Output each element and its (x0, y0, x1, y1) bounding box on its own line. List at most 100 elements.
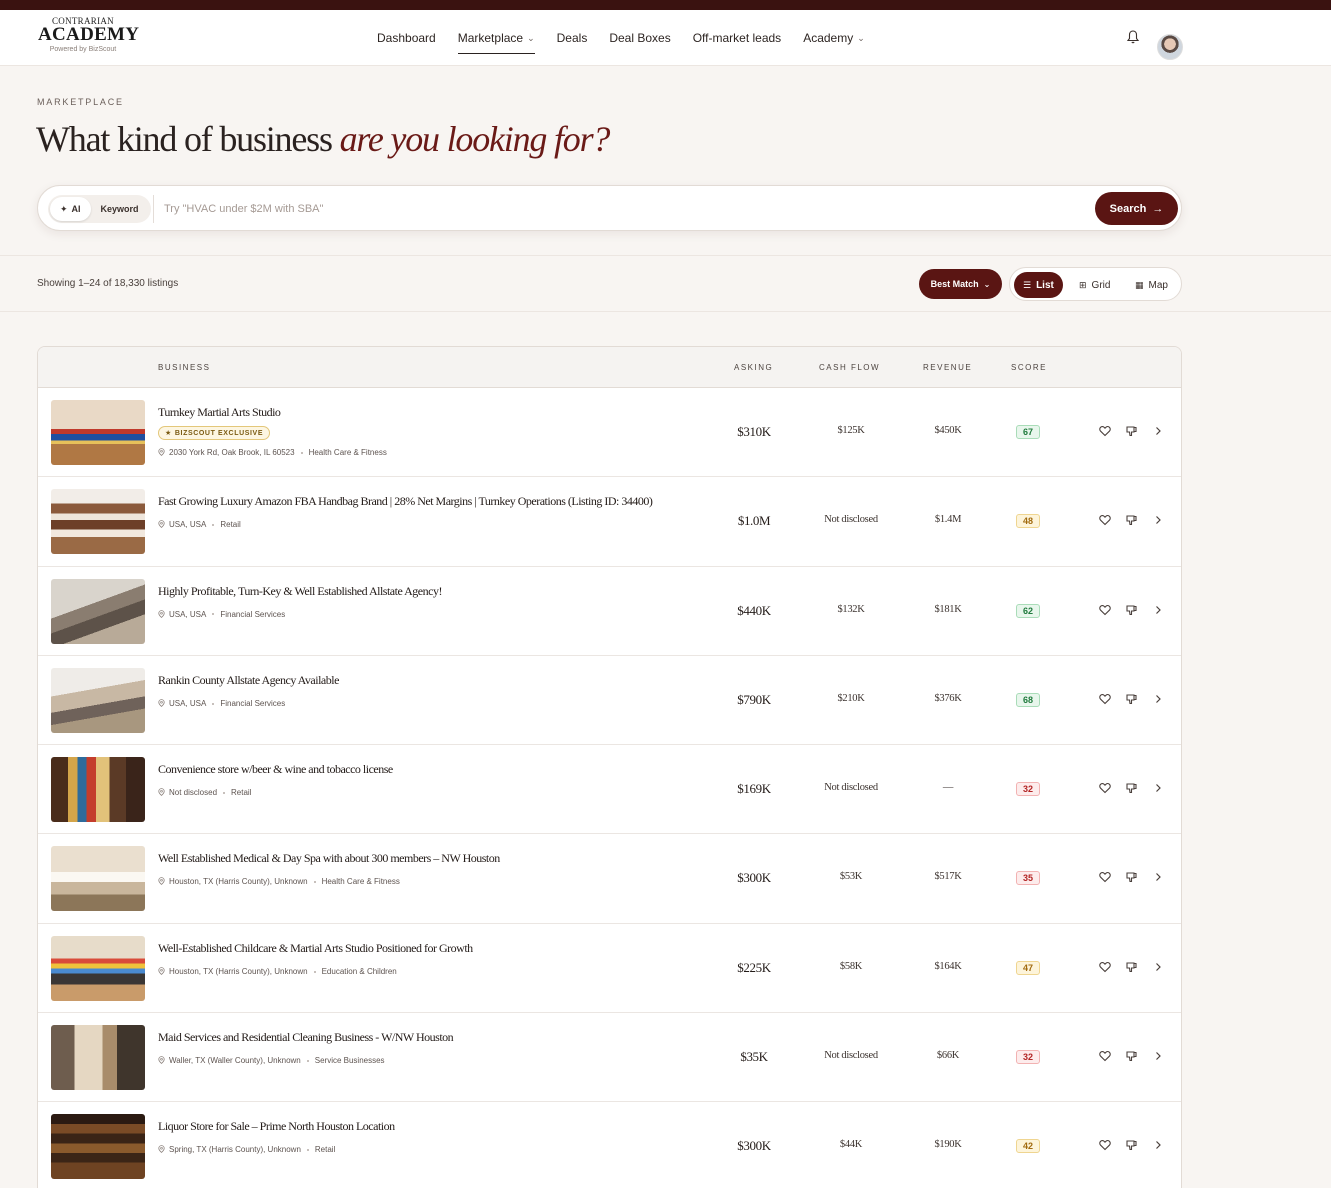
heart-icon[interactable] (1098, 1049, 1112, 1063)
heart-icon[interactable] (1098, 870, 1112, 884)
listing-title[interactable]: Rankin County Allstate Agency Available (158, 673, 339, 688)
chevron-right-icon[interactable] (1151, 603, 1165, 617)
mode-keyword-button[interactable]: Keyword (91, 197, 149, 221)
listing-title[interactable]: Well-Established Childcare & Martial Art… (158, 941, 473, 956)
sort-dropdown[interactable]: Best Match ⌄ (919, 269, 1002, 299)
nav-deal-boxes[interactable]: Deal Boxes (598, 10, 681, 66)
table-row[interactable]: Rankin County Allstate Agency Available U… (38, 656, 1181, 746)
meta-separator (306, 1059, 309, 1062)
search-divider (153, 195, 154, 223)
listing-meta: Houston, TX (Harris County), Unknown Heal… (158, 877, 400, 886)
heart-icon[interactable] (1098, 424, 1112, 438)
asking-price: $1.0M (737, 513, 771, 529)
thumbs-down-icon[interactable] (1124, 692, 1138, 706)
chevron-right-icon[interactable] (1151, 960, 1165, 974)
thumbs-down-icon[interactable] (1124, 960, 1138, 974)
brand-logo[interactable]: CONTRARIAN ACADEMY Powered by BizScout (38, 16, 139, 53)
listing-category: Retail (314, 1145, 336, 1155)
chevron-right-icon[interactable] (1151, 1138, 1165, 1152)
thumbs-down-icon[interactable] (1124, 603, 1138, 617)
thumbs-down-icon[interactable] (1124, 1049, 1138, 1063)
listing-title[interactable]: Highly Profitable, Turn-Key & Well Estab… (158, 584, 442, 599)
search-button[interactable]: Search → (1095, 192, 1178, 225)
heart-icon[interactable] (1098, 781, 1112, 795)
chevron-right-icon[interactable] (1151, 870, 1165, 884)
table-row[interactable]: Well-Established Childcare & Martial Art… (38, 924, 1181, 1014)
page-eyebrow: MARKETPLACE (37, 97, 124, 107)
nav-label: Marketplace (457, 31, 524, 45)
score-badge: 32 (1016, 782, 1040, 797)
col-asking[interactable]: ASKING (734, 363, 773, 372)
view-map-button[interactable]: ▦ Map (1126, 272, 1177, 298)
view-grid-button[interactable]: ⊞ Grid (1070, 272, 1119, 298)
chevron-right-icon[interactable] (1151, 781, 1165, 795)
nav-deals[interactable]: Deals (546, 10, 599, 66)
cash-flow-value: $132K (837, 603, 865, 615)
listing-thumbnail[interactable] (51, 489, 145, 555)
nav-label: Academy (803, 31, 854, 45)
chevron-right-icon[interactable] (1151, 692, 1165, 706)
table-row[interactable]: Well Established Medical & Day Spa with … (38, 834, 1181, 924)
notification-bell-icon[interactable] (1126, 29, 1140, 45)
listing-title[interactable]: Turnkey Martial Arts Studio (158, 405, 281, 420)
cash-flow-value: $210K (837, 692, 865, 704)
nav-marketplace[interactable]: Marketplace ⌄ (447, 10, 546, 66)
table-row[interactable]: Maid Services and Residential Cleaning B… (38, 1013, 1181, 1103)
search-input[interactable] (164, 197, 1064, 221)
thumbs-down-icon[interactable] (1124, 870, 1138, 884)
meta-separator (300, 451, 303, 454)
revenue-value: $376K (934, 692, 962, 704)
col-business[interactable]: BUSINESS (158, 363, 210, 372)
heart-icon[interactable] (1098, 692, 1112, 706)
mode-ai-button[interactable]: ✦ AI (50, 197, 91, 221)
revenue-value: $190K (934, 1139, 962, 1151)
asking-price: $169K (737, 781, 771, 797)
heart-icon[interactable] (1098, 603, 1112, 617)
revenue-value: $181K (934, 603, 962, 615)
table-row[interactable]: Highly Profitable, Turn-Key & Well Estab… (38, 567, 1181, 656)
headline-plain: What kind of business (36, 119, 333, 159)
nav-dashboard[interactable]: Dashboard (366, 10, 447, 66)
listing-thumbnail[interactable] (51, 935, 145, 1001)
asking-price: $35K (740, 1049, 768, 1065)
table-row[interactable]: Fast Growing Luxury Amazon FBA Handbag B… (38, 477, 1181, 567)
thumbs-down-icon[interactable] (1124, 513, 1138, 527)
view-list-button[interactable]: ☰ List (1014, 272, 1063, 298)
chevron-down-icon: ⌄ (857, 32, 865, 43)
chevron-right-icon[interactable] (1151, 424, 1165, 438)
table-row[interactable]: Turnkey Martial Arts Studio ★ BIZSCOUT EXC… (38, 388, 1181, 478)
table-row[interactable]: Liquor Store for Sale – Prime North Hous… (38, 1102, 1181, 1188)
chevron-right-icon[interactable] (1151, 1049, 1165, 1063)
table-row[interactable]: Convenience store w/beer & wine and toba… (38, 745, 1181, 835)
listing-title[interactable]: Liquor Store for Sale – Prime North Hous… (158, 1119, 395, 1134)
listing-thumbnail[interactable] (51, 846, 145, 912)
col-score[interactable]: SCORE (1011, 363, 1047, 372)
user-avatar[interactable] (1157, 34, 1183, 60)
thumbs-down-icon[interactable] (1124, 424, 1138, 438)
heart-icon[interactable] (1098, 1138, 1112, 1152)
listing-title[interactable]: Maid Services and Residential Cleaning B… (158, 1030, 454, 1045)
col-revenue[interactable]: REVENUE (923, 363, 972, 372)
listing-thumbnail[interactable] (51, 1114, 145, 1180)
score-badge: 62 (1016, 603, 1040, 618)
listing-thumbnail[interactable] (51, 667, 145, 733)
listing-title[interactable]: Well Established Medical & Day Spa with … (158, 851, 500, 866)
nav-academy[interactable]: Academy ⌄ (792, 10, 876, 66)
listing-thumbnail[interactable] (51, 1025, 145, 1091)
table-body: Turnkey Martial Arts Studio ★ BIZSCOUT EXC… (38, 388, 1181, 1188)
listing-thumbnail[interactable] (51, 400, 145, 465)
score-badge: 47 (1016, 960, 1040, 975)
listing-title[interactable]: Convenience store w/beer & wine and toba… (158, 762, 393, 777)
listing-title[interactable]: Fast Growing Luxury Amazon FBA Handbag B… (158, 494, 653, 509)
revenue-value: $517K (934, 871, 962, 883)
chevron-right-icon[interactable] (1151, 513, 1165, 527)
listing-thumbnail[interactable] (51, 757, 145, 823)
heart-icon[interactable] (1098, 960, 1112, 974)
thumbs-down-icon[interactable] (1124, 781, 1138, 795)
listing-thumbnail[interactable] (51, 578, 145, 644)
col-cash-flow[interactable]: CASH FLOW (819, 363, 880, 372)
heart-icon[interactable] (1098, 513, 1112, 527)
nav-off-market-leads[interactable]: Off-market leads (682, 10, 792, 66)
thumbs-down-icon[interactable] (1124, 1138, 1138, 1152)
brand-line3: Powered by BizScout (49, 46, 117, 53)
